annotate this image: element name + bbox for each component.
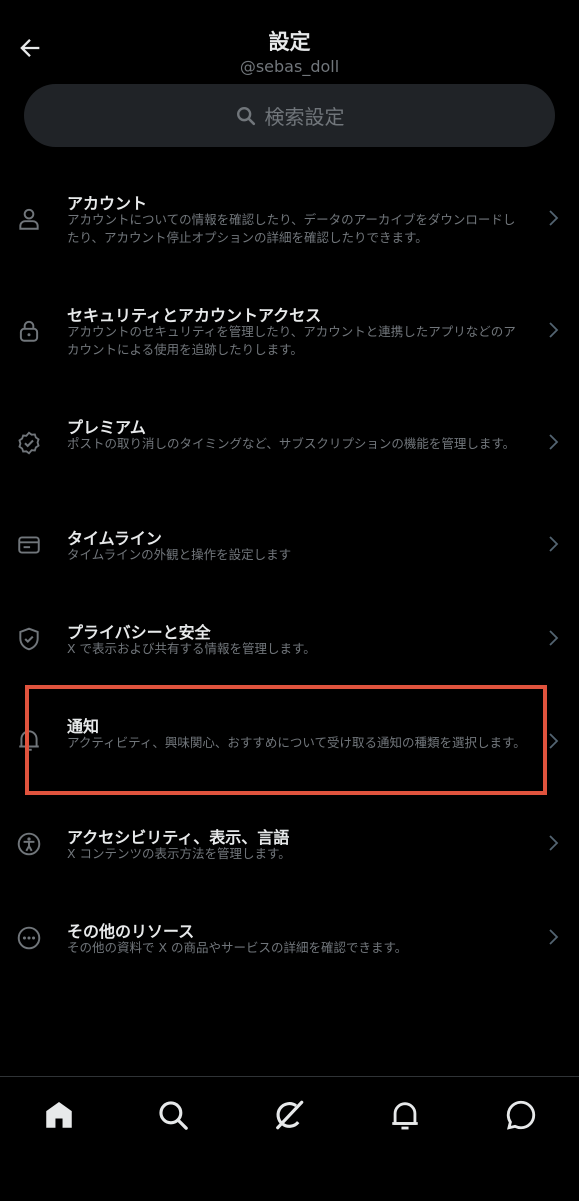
chevron-right-icon [543, 731, 563, 751]
settings-item-account[interactable]: アカウント アカウントについての情報を確認したり、データのアーカイブをダウンロー… [0, 180, 579, 270]
settings-item-description: その他の資料で X の商品やサービスの詳細を確認できます。 [67, 940, 408, 955]
settings-item-description: アカウントのセキュリティを管理したり、アカウントと連携したアプリなどのアカウント… [67, 324, 516, 357]
settings-item-description: アカウントについての情報を確認したり、データのアーカイブをダウンロードしたり、ア… [67, 212, 516, 245]
chevron-right-icon [543, 833, 563, 853]
username-subtitle: @sebas_doll [239, 57, 340, 76]
chevron-right-icon [543, 628, 563, 648]
person-icon [14, 204, 44, 234]
lock-icon [14, 316, 44, 346]
settings-item-accessibility[interactable]: アクセシビリティ、表示、言語 X コンテンツの表示方法を管理します。 [0, 814, 579, 874]
chevron-right-icon [543, 208, 563, 228]
bell-icon [14, 725, 44, 755]
search-icon [236, 106, 255, 125]
accessibility-icon [14, 829, 44, 859]
grok-icon [276, 1100, 304, 1130]
home-icon [46, 1101, 72, 1128]
settings-item-description: タイムラインの外観と操作を設定します [67, 547, 292, 562]
bottom-nav [0, 1076, 579, 1201]
timeline-icon [14, 530, 44, 560]
chevron-right-icon [543, 432, 563, 452]
settings-item-security[interactable]: セキュリティとアカウントアクセス アカウントのセキュリティを管理したり、アカウン… [0, 292, 579, 382]
notifications-icon [392, 1102, 418, 1130]
settings-item-resources[interactable]: その他のリソース その他の資料で X の商品やサービスの詳細を確認できます。 [0, 908, 579, 968]
search-input[interactable]: 検索設定 [24, 84, 555, 147]
nav-home-button[interactable] [39, 1095, 79, 1135]
settings-item-premium[interactable]: プレミアム ポストの取り消しのタイミングなど、サブスクリプションの機能を管理しま… [0, 404, 579, 494]
messages-icon [506, 1100, 536, 1130]
verified-badge-icon [14, 428, 44, 458]
search-placeholder: 検索設定 [264, 105, 345, 129]
nav-search-button[interactable] [153, 1095, 193, 1135]
settings-item-description: X コンテンツの表示方法を管理します。 [67, 846, 291, 861]
shield-icon [14, 624, 44, 654]
chevron-right-icon [543, 927, 563, 947]
header: 設定 @sebas_doll [0, 0, 579, 80]
chevron-right-icon [543, 320, 563, 340]
settings-item-privacy[interactable]: プライバシーと安全 X で表示および共有する情報を管理します。 [0, 609, 579, 669]
nav-messages-button[interactable] [501, 1095, 541, 1135]
nav-grok-button[interactable] [269, 1095, 309, 1135]
settings-item-description: X で表示および共有する情報を管理します。 [67, 641, 316, 656]
chevron-right-icon [543, 534, 563, 554]
page-title: 設定 [268, 30, 311, 54]
settings-item-description: ポストの取り消しのタイミングなど、サブスクリプションの機能を管理します。 [67, 436, 516, 451]
settings-item-description: アクティビティ、興味関心、おすすめについて受け取る通知の種類を選択します。 [67, 735, 526, 750]
more-circle-icon [14, 923, 44, 953]
search-icon [159, 1101, 188, 1130]
settings-item-timeline[interactable]: タイムライン タイムラインの外観と操作を設定します [0, 515, 579, 575]
nav-notifications-button[interactable] [385, 1095, 425, 1135]
settings-item-notifications[interactable]: 通知 アクティビティ、興味関心、おすすめについて受け取る通知の種類を選択します。 [0, 703, 579, 793]
